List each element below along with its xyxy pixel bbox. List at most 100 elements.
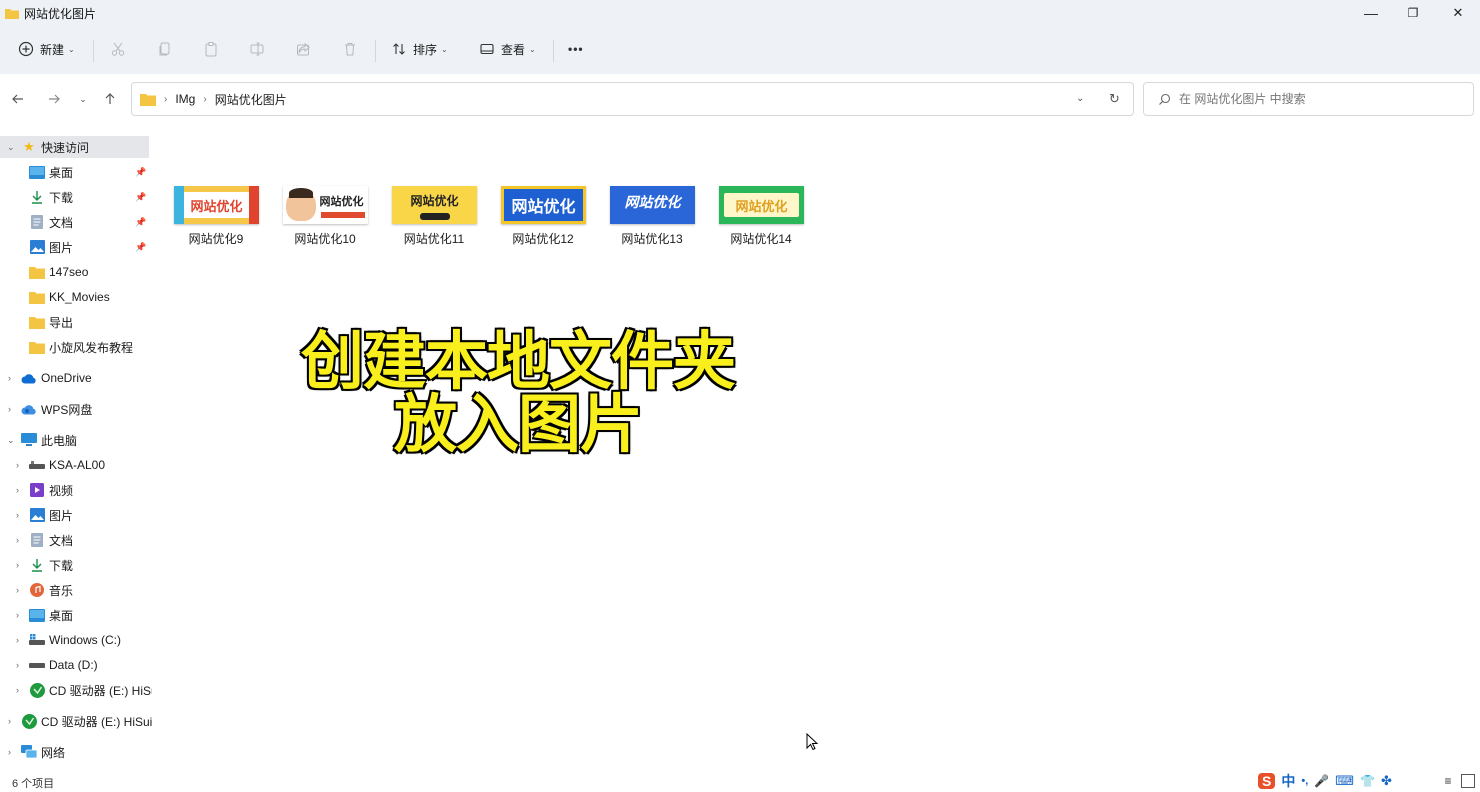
- address-bar[interactable]: › IMg › 网站优化图片 ⌄ ↻: [131, 82, 1134, 116]
- file-item[interactable]: 网站优化 网站优化9: [165, 184, 267, 254]
- sidebar-item-kk-movies[interactable]: KK_Movies: [0, 286, 152, 308]
- sidebar-item-label: 此电脑: [41, 433, 78, 448]
- file-item[interactable]: 网站优化 网站优化10: [274, 184, 376, 254]
- paste-button[interactable]: [203, 36, 219, 62]
- back-button[interactable]: [7, 88, 29, 110]
- trash-icon: [345, 43, 355, 56]
- rename-button[interactable]: [249, 36, 265, 62]
- sogou-logo-icon[interactable]: S: [1258, 773, 1276, 789]
- sidebar-item-quick-access[interactable]: ⌄ ★ 快速访问: [0, 136, 149, 158]
- large-icons-view-icon[interactable]: [1461, 774, 1475, 788]
- sidebar-item-label: 文档: [49, 533, 74, 548]
- sidebar-item-videos[interactable]: › 视频: [0, 479, 152, 501]
- sidebar-item-pictures[interactable]: 图片 📌: [0, 236, 152, 258]
- sidebar-item-onedrive[interactable]: › OneDrive: [0, 367, 152, 389]
- sidebar-item-label: CD 驱动器 (E:) HiSui: [41, 714, 152, 729]
- address-history-chevron-icon[interactable]: ⌄: [1076, 93, 1084, 104]
- chevron-right-icon[interactable]: ›: [8, 747, 11, 757]
- sidebar-item-pc-desktop[interactable]: › 桌面: [0, 604, 152, 626]
- keyboard-icon[interactable]: ⌨: [1335, 773, 1354, 789]
- chevron-right-icon[interactable]: ›: [16, 510, 19, 520]
- chevron-right-icon[interactable]: ›: [16, 585, 19, 595]
- chevron-right-icon[interactable]: ›: [16, 610, 19, 620]
- copy-button[interactable]: [157, 36, 173, 62]
- sidebar-item-drive-d[interactable]: › Data (D:): [0, 654, 152, 676]
- sidebar-item-tutorial[interactable]: 小旋风发布教程: [0, 336, 152, 358]
- sidebar-item-desktop[interactable]: 桌面 📌: [0, 161, 152, 183]
- chevron-right-icon[interactable]: ›: [16, 485, 19, 495]
- chevron-right-icon[interactable]: ›: [16, 460, 19, 470]
- forward-button[interactable]: [43, 88, 65, 110]
- sidebar-item-this-pc[interactable]: ⌄ 此电脑: [0, 429, 152, 451]
- search-input[interactable]: [1179, 92, 1459, 106]
- sidebar-item-pc-pictures[interactable]: › 图片: [0, 504, 152, 526]
- cd-drive-icon: [29, 682, 45, 698]
- chevron-right-icon[interactable]: ›: [8, 373, 11, 383]
- share-button[interactable]: [296, 36, 312, 62]
- details-view-icon[interactable]: ≡: [1440, 773, 1456, 789]
- chevron-right-icon[interactable]: ›: [16, 535, 19, 545]
- microphone-icon[interactable]: 🎤: [1314, 774, 1329, 788]
- cut-button[interactable]: [110, 36, 126, 62]
- chevron-right-icon[interactable]: ›: [8, 716, 11, 726]
- sidebar-item-147seo[interactable]: 147seo: [0, 261, 152, 283]
- sidebar-item-pc-documents[interactable]: › 文档: [0, 529, 152, 551]
- sidebar-item-label: 导出: [49, 315, 74, 330]
- file-item[interactable]: 网站优化 网站优化13: [601, 184, 703, 254]
- scissors-icon: [111, 42, 125, 56]
- ime-toolbar[interactable]: S 中 •, 🎤 ⌨ 👕 ✤: [1258, 770, 1398, 792]
- sidebar-item-ksa-al00[interactable]: › KSA-AL00: [0, 454, 152, 476]
- search-box[interactable]: [1143, 82, 1474, 116]
- mouse-pointer-icon: [806, 733, 818, 751]
- chevron-down-icon[interactable]: ⌄: [7, 435, 15, 446]
- sidebar-item-documents[interactable]: 文档 📌: [0, 211, 152, 233]
- sidebar-item-export[interactable]: 导出: [0, 311, 152, 333]
- breadcrumb-current[interactable]: 网站优化图片: [215, 91, 287, 108]
- title-bar: 网站优化图片 — ❐ ✕: [0, 0, 1480, 26]
- chevron-right-icon[interactable]: ›: [8, 404, 11, 414]
- sidebar-item-label: 下载: [49, 190, 74, 205]
- chevron-right-icon[interactable]: ›: [16, 685, 19, 695]
- file-item[interactable]: 网站优化 网站优化14: [710, 184, 812, 254]
- sidebar-item-drive-c[interactable]: › Windows (C:): [0, 629, 152, 651]
- sidebar-item-downloads[interactable]: 下载 📌: [0, 186, 152, 208]
- sidebar-item-cd-drive[interactable]: › CD 驱动器 (E:) HiSui: [0, 710, 152, 732]
- sidebar-item-music[interactable]: › 音乐: [0, 579, 152, 601]
- chevron-right-icon[interactable]: ›: [16, 660, 19, 670]
- sidebar-item-wps[interactable]: › WPS网盘: [0, 398, 152, 420]
- view-button[interactable]: 查看 ⌄: [479, 36, 536, 62]
- sidebar-item-pc-downloads[interactable]: › 下载: [0, 554, 152, 576]
- file-name: 网站优化13: [621, 232, 683, 246]
- punctuation-icon[interactable]: •,: [1301, 775, 1308, 787]
- chevron-right-icon[interactable]: ›: [16, 560, 19, 570]
- close-button[interactable]: ✕: [1435, 0, 1480, 26]
- toolbox-icon[interactable]: ✤: [1381, 773, 1392, 789]
- folder-icon: [29, 315, 45, 329]
- view-label: 查看: [501, 42, 526, 57]
- file-thumbnail: 网站优化: [174, 186, 259, 224]
- network-icon: [21, 745, 37, 759]
- sidebar-item-network[interactable]: › 网络: [0, 741, 152, 763]
- up-button[interactable]: [99, 88, 121, 110]
- skin-icon[interactable]: 👕: [1360, 774, 1375, 788]
- minimize-button[interactable]: —: [1348, 0, 1394, 26]
- chevron-right-icon[interactable]: ›: [16, 635, 19, 645]
- chevron-down-icon[interactable]: ⌄: [7, 142, 15, 153]
- refresh-icon[interactable]: ↻: [1109, 91, 1120, 107]
- more-button[interactable]: •••: [568, 36, 584, 62]
- breadcrumb-img[interactable]: IMg: [175, 92, 195, 106]
- sidebar-item-cd-drive-sub[interactable]: › CD 驱动器 (E:) HiSu: [0, 679, 152, 701]
- file-item[interactable]: 网站优化 网站优化11: [383, 184, 485, 254]
- address-row: ⌄ › IMg › 网站优化图片 ⌄ ↻: [0, 74, 1480, 124]
- picture-icon: [29, 508, 45, 522]
- maximize-button[interactable]: ❐: [1390, 0, 1436, 26]
- caption-line-2: 放入图片: [393, 388, 644, 461]
- folder-icon: [29, 265, 45, 279]
- file-item[interactable]: 网站优化 网站优化12: [492, 184, 594, 254]
- sidebar-item-label: KK_Movies: [49, 290, 110, 304]
- delete-button[interactable]: [342, 36, 358, 62]
- recent-locations-button[interactable]: ⌄: [72, 88, 94, 110]
- new-button[interactable]: 新建 ⌄: [18, 36, 75, 62]
- sort-button[interactable]: 排序 ⌄: [391, 36, 448, 62]
- chinese-mode-icon[interactable]: 中: [1281, 771, 1295, 791]
